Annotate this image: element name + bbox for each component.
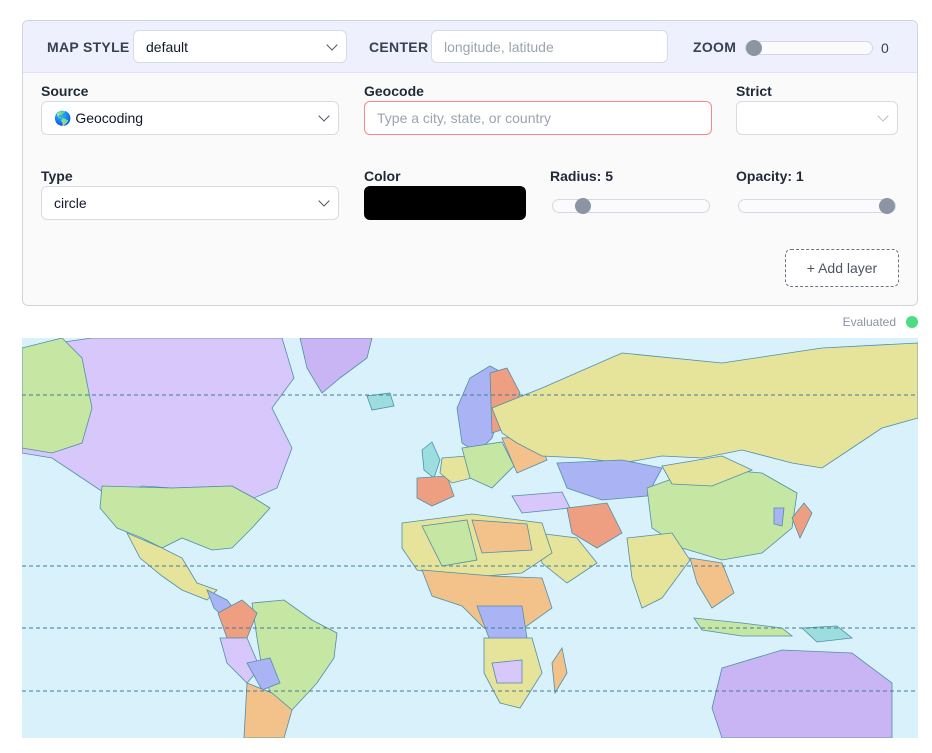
botswana [491,659,523,684]
libya-egypt [471,519,533,554]
center-label: CENTER [369,39,429,55]
map-settings-bar: MAP STYLE default CENTER longitude, lati… [23,21,917,73]
source-value: 🌎 Geocoding [54,109,144,126]
opacity-slider-thumb[interactable] [879,198,895,214]
australia [711,649,893,738]
chevron-down-icon [318,195,330,207]
strict-label: Strict [736,83,772,99]
chevron-down-icon [318,110,330,122]
radius-label: Radius: 5 [550,168,614,184]
type-value: circle [54,195,87,211]
add-layer-button[interactable]: + Add layer [785,249,899,287]
zoom-slider-thumb[interactable] [746,40,762,56]
type-label: Type [41,168,73,184]
world-map[interactable] [22,338,918,738]
geocode-label: Geocode [364,83,424,99]
status-text: Evaluated [842,315,896,329]
source-label: Source [41,83,89,99]
map-style-label: MAP STYLE [47,39,130,55]
color-label: Color [364,168,401,184]
map-style-select[interactable]: default [133,30,347,63]
center-input[interactable]: longitude, latitude [431,30,668,63]
radius-slider-thumb[interactable] [575,198,592,214]
center-placeholder: longitude, latitude [444,38,554,55]
source-select[interactable]: 🌎 Geocoding [41,101,339,135]
opacity-slider[interactable] [738,198,896,214]
zoom-value: 0 [881,40,889,56]
type-select[interactable]: circle [41,186,339,220]
layer-panel: MAP STYLE default CENTER longitude, lati… [22,20,918,306]
geocode-input[interactable]: Type a city, state, or country [364,101,712,135]
strict-select[interactable] [736,101,898,135]
chevron-down-icon [326,38,338,51]
opacity-label: Opacity: 1 [736,168,804,184]
chevron-down-icon [877,110,889,122]
korea [773,507,785,527]
geocode-placeholder: Type a city, state, or country [377,110,552,126]
zoom-slider[interactable] [745,40,873,56]
radius-slider[interactable] [552,198,710,214]
world-map-canvas[interactable] [22,338,918,738]
color-picker[interactable] [364,186,526,220]
map-style-value: default [146,38,189,55]
zoom-label: ZOOM [693,39,737,55]
status-indicator-icon [906,316,918,328]
